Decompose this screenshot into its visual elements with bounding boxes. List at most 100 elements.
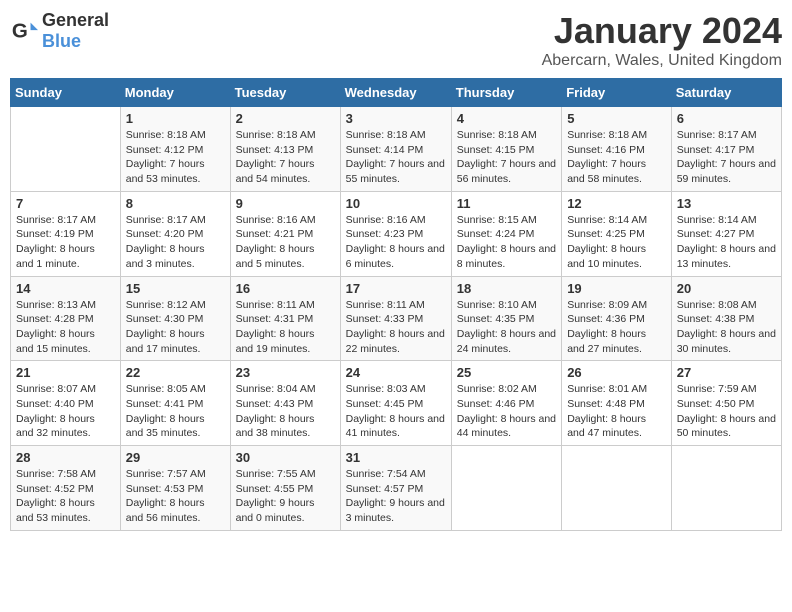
- calendar-cell: 29 Sunrise: 7:57 AMSunset: 4:53 PMDaylig…: [120, 446, 230, 531]
- day-info: Sunrise: 8:11 AMSunset: 4:31 PMDaylight:…: [236, 299, 315, 355]
- calendar-cell: 14 Sunrise: 8:13 AMSunset: 4:28 PMDaylig…: [11, 276, 121, 361]
- calendar-cell: 30 Sunrise: 7:55 AMSunset: 4:55 PMDaylig…: [230, 446, 340, 531]
- calendar-cell: [562, 446, 672, 531]
- calendar-cell: 12 Sunrise: 8:14 AMSunset: 4:25 PMDaylig…: [562, 191, 672, 276]
- day-number: 12: [567, 196, 666, 211]
- calendar-cell: 27 Sunrise: 7:59 AMSunset: 4:50 PMDaylig…: [671, 361, 781, 446]
- calendar-cell: 4 Sunrise: 8:18 AMSunset: 4:15 PMDayligh…: [451, 107, 561, 192]
- calendar-cell: [11, 107, 121, 192]
- day-info: Sunrise: 8:18 AMSunset: 4:12 PMDaylight:…: [126, 129, 206, 185]
- calendar-cell: 1 Sunrise: 8:18 AMSunset: 4:12 PMDayligh…: [120, 107, 230, 192]
- day-number: 16: [236, 281, 335, 296]
- day-number: 30: [236, 450, 335, 465]
- day-info: Sunrise: 8:17 AMSunset: 4:20 PMDaylight:…: [126, 214, 206, 270]
- day-info: Sunrise: 8:18 AMSunset: 4:13 PMDaylight:…: [236, 129, 316, 185]
- day-info: Sunrise: 8:16 AMSunset: 4:23 PMDaylight:…: [346, 214, 445, 270]
- day-number: 13: [677, 196, 776, 211]
- day-number: 2: [236, 111, 335, 126]
- day-number: 28: [16, 450, 115, 465]
- calendar-cell: 20 Sunrise: 8:08 AMSunset: 4:38 PMDaylig…: [671, 276, 781, 361]
- day-number: 20: [677, 281, 776, 296]
- day-info: Sunrise: 8:17 AMSunset: 4:17 PMDaylight:…: [677, 129, 776, 185]
- day-info: Sunrise: 8:18 AMSunset: 4:16 PMDaylight:…: [567, 129, 647, 185]
- calendar-cell: 24 Sunrise: 8:03 AMSunset: 4:45 PMDaylig…: [340, 361, 451, 446]
- day-info: Sunrise: 8:13 AMSunset: 4:28 PMDaylight:…: [16, 299, 96, 355]
- calendar-cell: 11 Sunrise: 8:15 AMSunset: 4:24 PMDaylig…: [451, 191, 561, 276]
- calendar-cell: 16 Sunrise: 8:11 AMSunset: 4:31 PMDaylig…: [230, 276, 340, 361]
- day-info: Sunrise: 8:18 AMSunset: 4:15 PMDaylight:…: [457, 129, 556, 185]
- day-info: Sunrise: 8:02 AMSunset: 4:46 PMDaylight:…: [457, 383, 556, 439]
- calendar-cell: 17 Sunrise: 8:11 AMSunset: 4:33 PMDaylig…: [340, 276, 451, 361]
- calendar-week-row: 28 Sunrise: 7:58 AMSunset: 4:52 PMDaylig…: [11, 446, 782, 531]
- calendar-cell: 18 Sunrise: 8:10 AMSunset: 4:35 PMDaylig…: [451, 276, 561, 361]
- calendar-week-row: 1 Sunrise: 8:18 AMSunset: 4:12 PMDayligh…: [11, 107, 782, 192]
- day-number: 4: [457, 111, 556, 126]
- calendar-cell: [451, 446, 561, 531]
- day-info: Sunrise: 7:59 AMSunset: 4:50 PMDaylight:…: [677, 383, 776, 439]
- logo-text-general: General: [42, 10, 109, 30]
- day-info: Sunrise: 7:58 AMSunset: 4:52 PMDaylight:…: [16, 468, 96, 524]
- calendar-cell: 13 Sunrise: 8:14 AMSunset: 4:27 PMDaylig…: [671, 191, 781, 276]
- weekday-header-monday: Monday: [120, 79, 230, 107]
- calendar-cell: 23 Sunrise: 8:04 AMSunset: 4:43 PMDaylig…: [230, 361, 340, 446]
- day-info: Sunrise: 8:10 AMSunset: 4:35 PMDaylight:…: [457, 299, 556, 355]
- day-info: Sunrise: 7:57 AMSunset: 4:53 PMDaylight:…: [126, 468, 206, 524]
- logo: G General Blue: [10, 10, 109, 52]
- day-number: 5: [567, 111, 666, 126]
- weekday-header-tuesday: Tuesday: [230, 79, 340, 107]
- day-number: 10: [346, 196, 446, 211]
- day-info: Sunrise: 8:18 AMSunset: 4:14 PMDaylight:…: [346, 129, 445, 185]
- day-number: 8: [126, 196, 225, 211]
- calendar-table: SundayMondayTuesdayWednesdayThursdayFrid…: [10, 78, 782, 531]
- calendar-week-row: 7 Sunrise: 8:17 AMSunset: 4:19 PMDayligh…: [11, 191, 782, 276]
- day-number: 3: [346, 111, 446, 126]
- calendar-cell: 9 Sunrise: 8:16 AMSunset: 4:21 PMDayligh…: [230, 191, 340, 276]
- calendar-cell: 2 Sunrise: 8:18 AMSunset: 4:13 PMDayligh…: [230, 107, 340, 192]
- logo-icon: G: [10, 17, 38, 45]
- calendar-cell: 19 Sunrise: 8:09 AMSunset: 4:36 PMDaylig…: [562, 276, 672, 361]
- calendar-cell: 28 Sunrise: 7:58 AMSunset: 4:52 PMDaylig…: [11, 446, 121, 531]
- weekday-header-sunday: Sunday: [11, 79, 121, 107]
- svg-text:G: G: [12, 20, 28, 43]
- calendar-cell: 15 Sunrise: 8:12 AMSunset: 4:30 PMDaylig…: [120, 276, 230, 361]
- day-number: 31: [346, 450, 446, 465]
- day-number: 21: [16, 365, 115, 380]
- calendar-cell: 6 Sunrise: 8:17 AMSunset: 4:17 PMDayligh…: [671, 107, 781, 192]
- calendar-cell: 31 Sunrise: 7:54 AMSunset: 4:57 PMDaylig…: [340, 446, 451, 531]
- day-info: Sunrise: 8:14 AMSunset: 4:27 PMDaylight:…: [677, 214, 776, 270]
- day-number: 26: [567, 365, 666, 380]
- day-info: Sunrise: 8:17 AMSunset: 4:19 PMDaylight:…: [16, 214, 96, 270]
- title-area: January 2024 Abercarn, Wales, United Kin…: [542, 10, 782, 70]
- month-title: January 2024: [542, 10, 782, 52]
- calendar-week-row: 21 Sunrise: 8:07 AMSunset: 4:40 PMDaylig…: [11, 361, 782, 446]
- calendar-cell: 5 Sunrise: 8:18 AMSunset: 4:16 PMDayligh…: [562, 107, 672, 192]
- calendar-cell: 8 Sunrise: 8:17 AMSunset: 4:20 PMDayligh…: [120, 191, 230, 276]
- day-number: 25: [457, 365, 556, 380]
- weekday-header-friday: Friday: [562, 79, 672, 107]
- day-number: 23: [236, 365, 335, 380]
- calendar-body: 1 Sunrise: 8:18 AMSunset: 4:12 PMDayligh…: [11, 107, 782, 531]
- day-info: Sunrise: 8:08 AMSunset: 4:38 PMDaylight:…: [677, 299, 776, 355]
- day-number: 18: [457, 281, 556, 296]
- day-number: 24: [346, 365, 446, 380]
- calendar-cell: 25 Sunrise: 8:02 AMSunset: 4:46 PMDaylig…: [451, 361, 561, 446]
- day-info: Sunrise: 8:14 AMSunset: 4:25 PMDaylight:…: [567, 214, 647, 270]
- day-info: Sunrise: 8:03 AMSunset: 4:45 PMDaylight:…: [346, 383, 445, 439]
- day-number: 6: [677, 111, 776, 126]
- day-number: 14: [16, 281, 115, 296]
- day-info: Sunrise: 8:09 AMSunset: 4:36 PMDaylight:…: [567, 299, 647, 355]
- day-number: 19: [567, 281, 666, 296]
- calendar-cell: 3 Sunrise: 8:18 AMSunset: 4:14 PMDayligh…: [340, 107, 451, 192]
- day-number: 22: [126, 365, 225, 380]
- calendar-cell: 7 Sunrise: 8:17 AMSunset: 4:19 PMDayligh…: [11, 191, 121, 276]
- day-number: 17: [346, 281, 446, 296]
- calendar-cell: [671, 446, 781, 531]
- day-info: Sunrise: 8:07 AMSunset: 4:40 PMDaylight:…: [16, 383, 96, 439]
- weekday-header-thursday: Thursday: [451, 79, 561, 107]
- day-info: Sunrise: 8:11 AMSunset: 4:33 PMDaylight:…: [346, 299, 445, 355]
- day-info: Sunrise: 8:04 AMSunset: 4:43 PMDaylight:…: [236, 383, 316, 439]
- day-number: 1: [126, 111, 225, 126]
- logo-text-blue: Blue: [42, 31, 81, 51]
- day-number: 27: [677, 365, 776, 380]
- location-title: Abercarn, Wales, United Kingdom: [542, 52, 782, 70]
